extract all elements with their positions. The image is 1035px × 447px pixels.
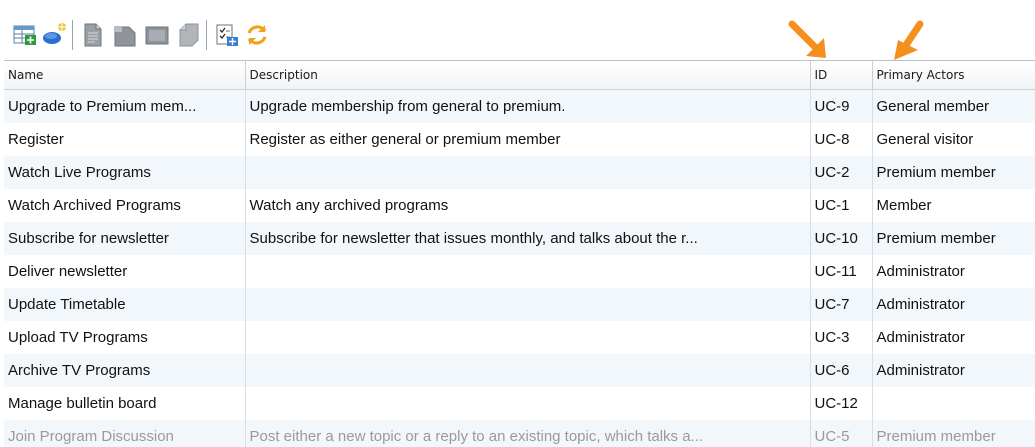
cell-name: Watch Live Programs	[4, 156, 246, 189]
doc-wide-icon[interactable]	[144, 22, 170, 48]
toolbar-separator	[206, 20, 207, 50]
table-header: Name Description ID Primary Actors	[4, 61, 1035, 90]
cell-actors: Member	[872, 189, 1035, 222]
column-header-description[interactable]: Description	[245, 61, 811, 90]
cell-name: Archive TV Programs	[4, 354, 246, 387]
cell-name: Deliver newsletter	[4, 255, 246, 288]
cell-id: UC-9	[810, 89, 873, 123]
table-row[interactable]: Deliver newsletter UC-11 Administrator	[4, 255, 1035, 288]
column-header-name[interactable]: Name	[4, 61, 246, 90]
cell-description: Register as either general or premium me…	[245, 123, 811, 156]
cell-actors: Administrator	[872, 354, 1035, 387]
cell-actors: Premium member	[872, 420, 1035, 447]
table-row[interactable]: Upload TV Programs UC-3 Administrator	[4, 321, 1035, 354]
cell-name: Watch Archived Programs	[4, 189, 246, 222]
cell-description	[245, 354, 811, 387]
cell-actors: Administrator	[872, 288, 1035, 321]
doc-icon[interactable]	[80, 22, 106, 48]
cell-description	[245, 156, 811, 189]
table-row[interactable]: Watch Archived Programs Watch any archiv…	[4, 189, 1035, 222]
cell-actors: Premium member	[872, 156, 1035, 189]
table-row[interactable]: Watch Live Programs UC-2 Premium member	[4, 156, 1035, 189]
cell-id: UC-6	[810, 354, 873, 387]
cell-name: Subscribe for newsletter	[4, 222, 246, 255]
refresh-icon[interactable]	[244, 22, 270, 48]
cell-description	[245, 288, 811, 321]
cell-name: Join Program Discussion	[4, 420, 246, 447]
table-row[interactable]: Join Program Discussion Post either a ne…	[4, 420, 1035, 447]
cell-description: Upgrade membership from general to premi…	[245, 89, 811, 123]
table-row[interactable]: Subscribe for newsletter Subscribe for n…	[4, 222, 1035, 255]
table-row[interactable]: Register Register as either general or p…	[4, 123, 1035, 156]
table-row[interactable]: Archive TV Programs UC-6 Administrator	[4, 354, 1035, 387]
add-entity-icon[interactable]	[42, 22, 68, 48]
cell-actors: Administrator	[872, 321, 1035, 354]
use-case-table[interactable]: Name Description ID Primary Actors Upgra…	[4, 60, 1035, 447]
table-row[interactable]: Upgrade to Premium mem... Upgrade member…	[4, 89, 1035, 123]
doc-folded-icon[interactable]	[112, 22, 138, 48]
cell-name: Upload TV Programs	[4, 321, 246, 354]
cell-id: UC-10	[810, 222, 873, 255]
cell-description: Subscribe for newsletter that issues mon…	[245, 222, 811, 255]
cell-actors: Premium member	[872, 222, 1035, 255]
table-row[interactable]: Update Timetable UC-7 Administrator	[4, 288, 1035, 321]
column-header-actors[interactable]: Primary Actors	[872, 61, 1035, 90]
cell-description: Watch any archived programs	[245, 189, 811, 222]
cell-id: UC-12	[810, 387, 873, 420]
cell-id: UC-2	[810, 156, 873, 189]
cell-name: Update Timetable	[4, 288, 246, 321]
cell-name: Upgrade to Premium mem...	[4, 89, 246, 123]
cell-description: Post either a new topic or a reply to an…	[245, 420, 811, 447]
cell-id: UC-1	[810, 189, 873, 222]
toolbar-separator	[72, 20, 73, 50]
table-view-icon[interactable]	[12, 22, 38, 48]
cell-actors: General member	[872, 89, 1035, 123]
cell-description	[245, 321, 811, 354]
cell-id: UC-3	[810, 321, 873, 354]
cell-id: UC-8	[810, 123, 873, 156]
doc-dim-icon[interactable]	[176, 22, 202, 48]
cell-actors: Administrator	[872, 255, 1035, 288]
cell-id: UC-11	[810, 255, 873, 288]
cell-actors: General visitor	[872, 123, 1035, 156]
cell-id: UC-5	[810, 420, 873, 447]
checklist-icon[interactable]	[214, 22, 240, 48]
cell-name: Manage bulletin board	[4, 387, 246, 420]
cell-actors	[872, 387, 1035, 420]
cell-name: Register	[4, 123, 246, 156]
cell-description	[245, 387, 811, 420]
cell-id: UC-7	[810, 288, 873, 321]
column-header-id[interactable]: ID	[810, 61, 873, 90]
table-row[interactable]: Manage bulletin board UC-12	[4, 387, 1035, 420]
cell-description	[245, 255, 811, 288]
toolbar	[0, 0, 1035, 60]
